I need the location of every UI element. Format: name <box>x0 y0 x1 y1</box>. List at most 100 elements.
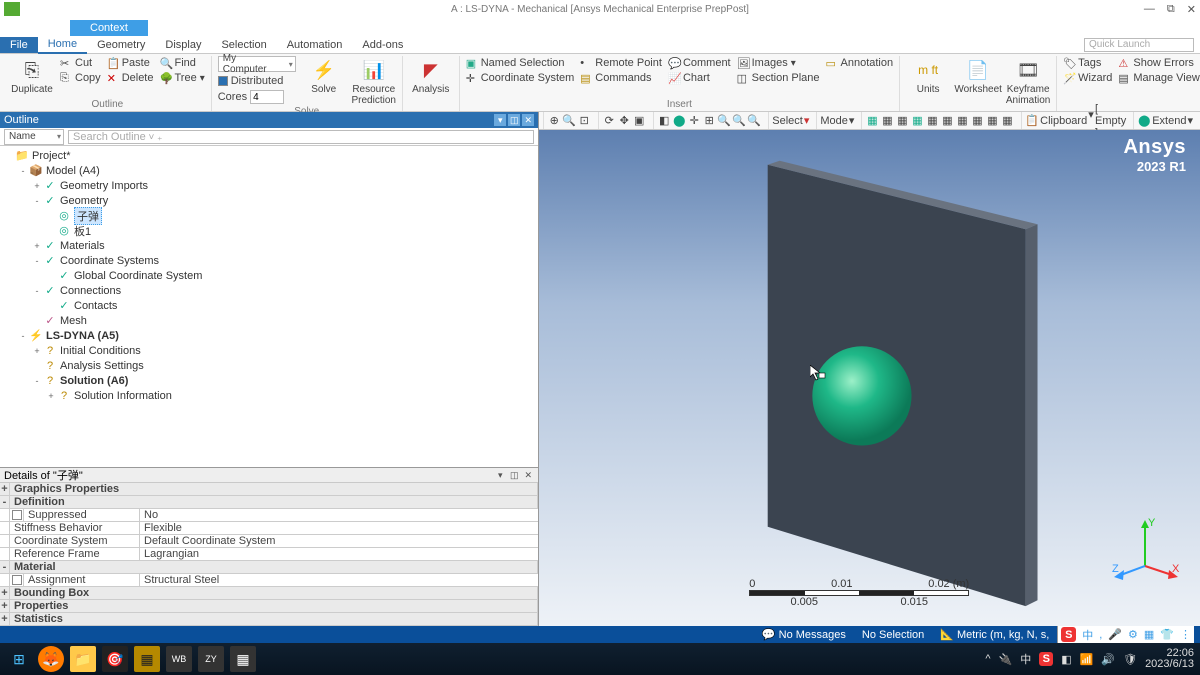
details-group-header[interactable]: +Properties <box>0 600 538 613</box>
details-close-icon[interactable]: ✕ <box>522 469 534 481</box>
view-3-icon[interactable]: ✛ <box>687 114 701 128</box>
ime-settings-icon[interactable]: ⚙ <box>1128 628 1138 641</box>
firefox-icon[interactable]: 🦊 <box>38 646 64 672</box>
app5-icon[interactable]: ▦ <box>134 646 160 672</box>
status-selection[interactable]: No Selection <box>862 629 924 641</box>
grid-1-icon[interactable]: ▦ <box>865 114 879 128</box>
menu-home[interactable]: Home <box>38 36 87 54</box>
tree-button[interactable]: 🌳Tree▾ <box>159 71 204 85</box>
start-button[interactable]: ⊞ <box>6 646 32 672</box>
grid-4-icon[interactable]: ▦ <box>910 114 924 128</box>
tray-power-icon[interactable]: 🔌 <box>999 653 1013 666</box>
tray-wifi-icon[interactable]: 📶 <box>1080 653 1094 666</box>
tree-node[interactable]: +?Initial Conditions <box>0 343 538 358</box>
explorer-icon[interactable]: 📁 <box>70 646 96 672</box>
details-group-header[interactable]: -Material <box>0 561 538 574</box>
menu-addons[interactable]: Add-ons <box>352 37 413 53</box>
rotate-icon[interactable]: ⟳ <box>602 114 616 128</box>
view-1-icon[interactable]: ◧ <box>657 114 671 128</box>
view-4-icon[interactable]: ⊞ <box>702 114 716 128</box>
select-label[interactable]: Select <box>772 115 803 127</box>
tray-volume-icon[interactable]: 🔊 <box>1101 653 1115 666</box>
quick-launch-input[interactable]: Quick Launch <box>1084 38 1194 52</box>
outline-tree[interactable]: 📁Project*-📦Model (A4)+✓Geometry Imports-… <box>0 146 538 467</box>
ime-lang-icon[interactable]: 中 <box>1082 627 1093 643</box>
ime-sidebar[interactable]: S 中 , 🎤 ⚙ ▦ 👕 ⋮ <box>1057 626 1194 643</box>
copy-button[interactable]: ⎘Copy <box>60 71 101 85</box>
cut-button[interactable]: ✂Cut <box>60 56 101 70</box>
tray-up-icon[interactable]: ^ <box>985 653 990 665</box>
chart-button[interactable]: 📈Chart <box>668 71 731 85</box>
mode-label[interactable]: Mode <box>820 115 848 127</box>
tree-node[interactable]: +✓Geometry Imports <box>0 178 538 193</box>
pan-icon[interactable]: ✥ <box>617 114 631 128</box>
grid-2-icon[interactable]: ▦ <box>880 114 894 128</box>
tree-node[interactable]: ✓Contacts <box>0 298 538 313</box>
outline-close-icon[interactable]: ✕ <box>522 114 534 126</box>
details-row[interactable]: Reference FrameLagrangian <box>0 548 538 561</box>
zoom-icon[interactable]: 🔍 <box>562 114 576 128</box>
distributed-checkbox[interactable]: Distributed <box>218 74 296 88</box>
tree-node[interactable]: ◎子弹 <box>0 208 538 223</box>
menu-geometry[interactable]: Geometry <box>87 37 155 53</box>
status-messages[interactable]: 💬No Messages <box>762 628 846 641</box>
search-outline-input[interactable]: Search Outline ˅ ₊ <box>68 130 534 144</box>
worksheet-button[interactable]: 📄Worksheet <box>956 56 1000 95</box>
minimize-button[interactable]: — <box>1144 3 1155 16</box>
section-plane-button[interactable]: ◫Section Plane <box>737 71 820 85</box>
tree-node[interactable]: +✓Materials <box>0 238 538 253</box>
view-7-icon[interactable]: 🔍 <box>747 114 761 128</box>
paste-button[interactable]: 📋Paste <box>107 56 154 70</box>
duplicate-button[interactable]: ⎘Duplicate <box>10 56 54 95</box>
tray-sogou-icon[interactable]: S <box>1039 652 1053 666</box>
menu-file[interactable]: File <box>0 37 38 53</box>
context-tab[interactable]: Context <box>70 20 148 36</box>
details-row[interactable]: AssignmentStructural Steel <box>0 574 538 587</box>
solver-target-select[interactable]: My Computer <box>218 56 296 72</box>
ime-more-icon[interactable]: ⋮ <box>1180 628 1191 641</box>
find-button[interactable]: 🔍Find <box>159 56 204 70</box>
details-group-header[interactable]: +Statistics <box>0 613 538 626</box>
app8-icon[interactable]: ▦ <box>230 646 256 672</box>
tray-lang-icon[interactable]: 中 <box>1020 651 1031 667</box>
box-select-icon[interactable]: ▣ <box>632 114 646 128</box>
view-5-icon[interactable]: 🔍 <box>717 114 731 128</box>
zy-icon[interactable]: ZY <box>198 646 224 672</box>
ime-mic-icon[interactable]: 🎤 <box>1108 628 1122 641</box>
tray-display-icon[interactable]: ◧ <box>1061 653 1071 666</box>
tree-node[interactable]: -✓Connections <box>0 283 538 298</box>
tray-shield-icon[interactable]: 🛡 <box>1123 653 1137 666</box>
keyframe-button[interactable]: 🎞Keyframe Animation <box>1006 56 1050 106</box>
details-group-header[interactable]: -Definition <box>0 496 538 509</box>
grid-5-icon[interactable]: ▦ <box>925 114 939 128</box>
ime-skin-icon[interactable]: ▦ <box>1144 628 1154 641</box>
tree-node[interactable]: ✓Mesh <box>0 313 538 328</box>
maximize-button[interactable]: ⧉ <box>1167 3 1175 16</box>
grid-10-icon[interactable]: ▦ <box>1000 114 1014 128</box>
orientation-triad[interactable]: Y X Z <box>1110 516 1180 586</box>
annotation-button[interactable]: ▭Annotation <box>826 56 894 70</box>
menu-display[interactable]: Display <box>155 37 211 53</box>
tree-node[interactable]: 📁Project* <box>0 148 538 163</box>
solve-button[interactable]: ⚡Solve <box>302 56 346 95</box>
remote-point-button[interactable]: •Remote Point <box>580 56 662 70</box>
app4-icon[interactable]: 🎯 <box>102 646 128 672</box>
grid-3-icon[interactable]: ▦ <box>895 114 909 128</box>
grid-8-icon[interactable]: ▦ <box>970 114 984 128</box>
show-errors-button[interactable]: ⚠Show Errors <box>1118 56 1200 70</box>
tree-node[interactable]: -✓Coordinate Systems <box>0 253 538 268</box>
menu-selection[interactable]: Selection <box>211 37 276 53</box>
viewport-3d[interactable]: Ansys2023 R1 <box>539 130 1200 626</box>
details-row[interactable]: Coordinate SystemDefault Coordinate Syst… <box>0 535 538 548</box>
resource-prediction-button[interactable]: 📊Resource Prediction <box>352 56 396 106</box>
ime-tool-icon[interactable]: 👕 <box>1160 628 1174 641</box>
grid-9-icon[interactable]: ▦ <box>985 114 999 128</box>
tags-button[interactable]: 🏷Tags <box>1063 56 1112 70</box>
zoom-fit-icon[interactable]: ⊕ <box>547 114 561 128</box>
tree-node[interactable]: -⚡LS-DYNA (A5) <box>0 328 538 343</box>
comment-button[interactable]: 💬Comment <box>668 56 731 70</box>
grid-6-icon[interactable]: ▦ <box>940 114 954 128</box>
extend-label[interactable]: Extend <box>1152 115 1186 127</box>
tree-node[interactable]: -?Solution (A6) <box>0 373 538 388</box>
details-row[interactable]: SuppressedNo <box>0 509 538 522</box>
